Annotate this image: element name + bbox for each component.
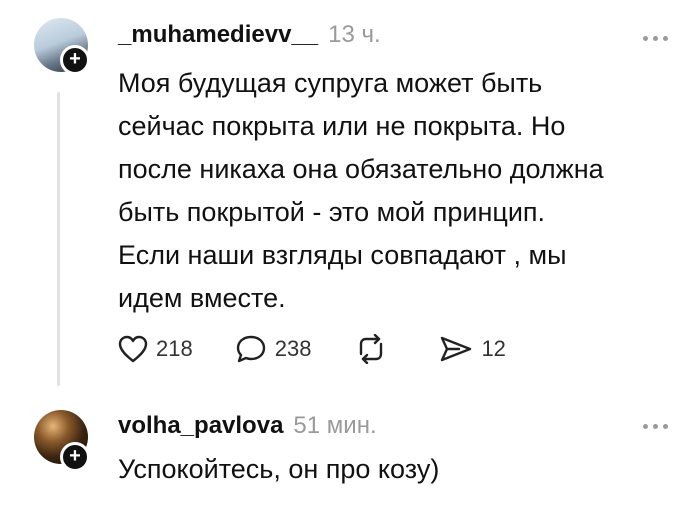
post-text-line: Моя будущая супруга может быть [118,68,543,98]
timestamp: 13 ч. [328,21,381,48]
username[interactable]: _muhamedievv__ [118,21,318,49]
repost-icon [360,334,383,364]
post-header: _muhamedievv__ 13 ч. [118,21,381,49]
heart-icon [118,335,148,363]
post-text-line: после никаха она обязательно должна [118,154,604,184]
avatar-wrap[interactable]: + [30,14,90,75]
comment-count: 238 [274,336,312,361]
thread-line [57,92,60,386]
send-icon [441,336,472,362]
share-count: 12 [481,336,506,361]
post-text-line: быть покрытой - это мой принцип. [118,197,546,227]
post-text-line: Если наши взгляды совпадают , мы [118,240,567,270]
avatar-wrap[interactable]: + [30,406,90,472]
post: + _muhamedievv__ 13 ч. Моя будущая супру… [0,0,700,400]
post-text: Успокойтесь, он про козу) [118,448,678,491]
action-bar: 218 238 12 [118,334,548,364]
share-button[interactable]: 12 [439,334,506,364]
like-count: 218 [156,336,193,361]
more-options-icon[interactable] [643,424,668,429]
post-header: volha_pavlova 51 мин. [118,412,377,440]
post-text-line: идем вместе. [118,283,286,313]
username[interactable]: volha_pavlova [118,412,283,440]
post-text-line: сейчас покрыта или не покрыта. Но [118,111,566,141]
post-text-line: Успокойтесь, он про козу) [118,454,440,484]
post: + volha_pavlova 51 мин. Успокойтесь, он … [0,400,700,514]
comment-bubble-icon [236,335,265,363]
more-options-icon[interactable] [643,36,668,41]
like-button[interactable]: 218 [118,335,193,363]
follow-plus-icon[interactable]: + [60,45,90,75]
post-text: Моя будущая супруга может быть сейчас по… [118,62,678,320]
comment-button[interactable]: 238 [235,334,312,364]
follow-plus-icon[interactable]: + [60,442,90,472]
repost-button[interactable] [353,334,397,364]
timestamp: 51 мин. [293,412,377,439]
